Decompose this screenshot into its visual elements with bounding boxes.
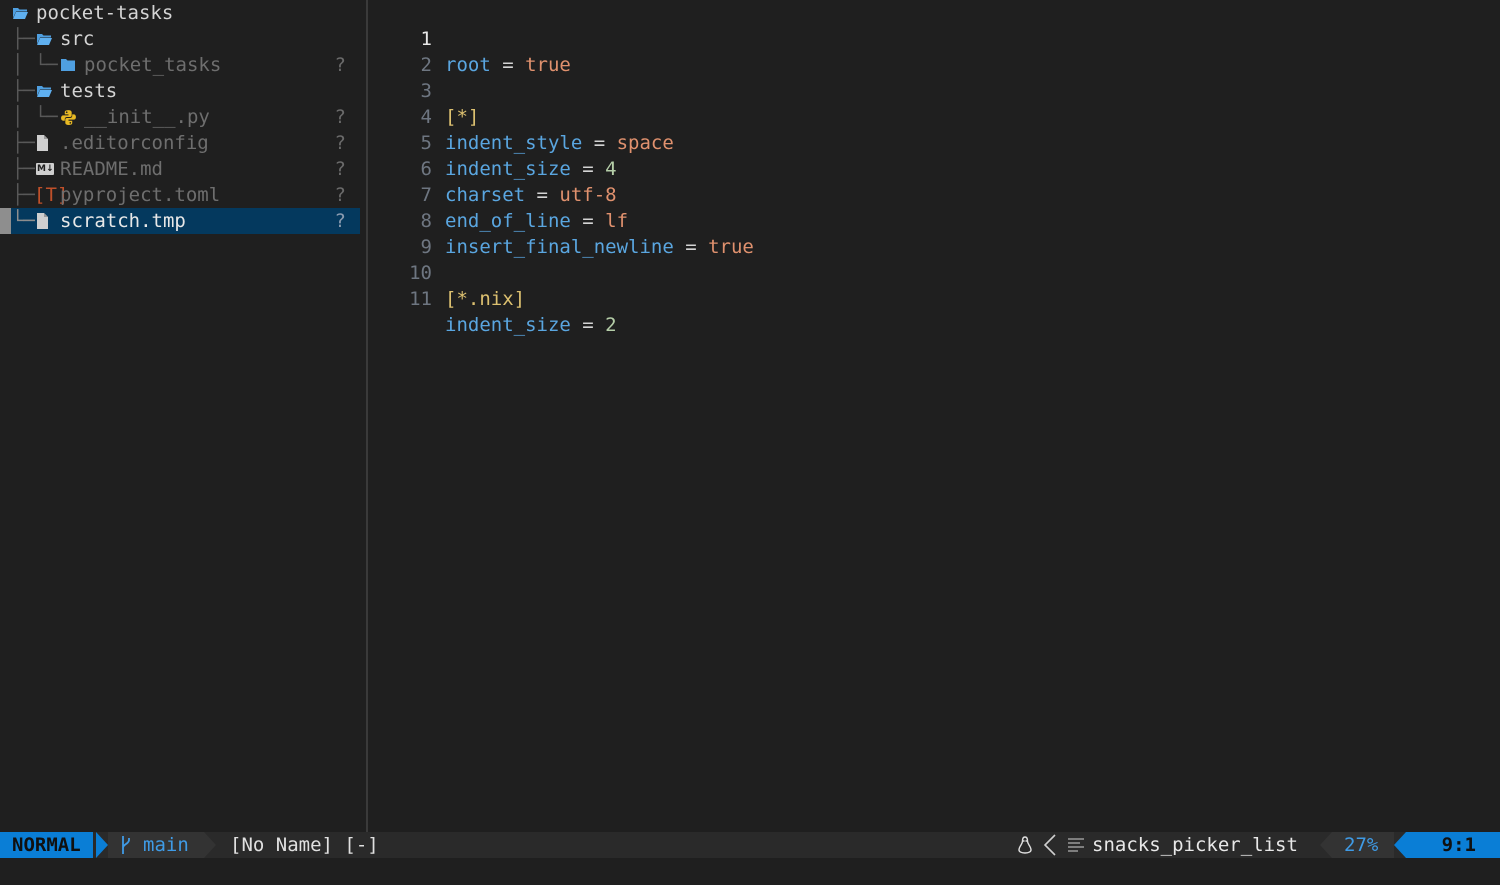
config-key: indent_style <box>445 132 583 154</box>
folder-open-icon <box>37 86 52 97</box>
tree-item-label: tests <box>60 80 118 102</box>
code-line: 7 end_of_line = lf <box>368 156 629 232</box>
config-value: 4 <box>605 158 617 180</box>
tree-guide: ├─ <box>12 28 35 50</box>
operator: = <box>673 236 709 258</box>
code-line: 9 <box>368 208 437 258</box>
operator: = <box>570 158 606 180</box>
tree-guide: └─ <box>12 210 35 232</box>
code-line: 11 indent_size = 2 <box>368 260 617 336</box>
tree-guide: ├─ <box>12 132 35 154</box>
operator: = <box>570 210 606 232</box>
command-line[interactable] <box>0 858 1500 885</box>
code-line: 2 <box>368 26 437 76</box>
tree-item-src[interactable]: ├─ src <box>0 26 360 52</box>
config-value: 2 <box>605 314 617 336</box>
file-icon <box>37 213 48 229</box>
status-line: NORMAL main [No Name] [-] snacks_picker_… <box>0 832 1500 858</box>
git-status-untracked: ? <box>334 106 346 128</box>
neovim-window: pocket-tasks ├─ src │ └─ pocket_tasks ? … <box>0 0 1500 885</box>
section-header: [*] <box>445 106 480 128</box>
git-status-untracked: ? <box>334 210 346 232</box>
mode-indicator: NORMAL <box>0 832 93 858</box>
operator: = <box>490 54 526 76</box>
code-line: 6 charset = utf-8 <box>368 130 617 206</box>
code-line: 5 indent_size = 4 <box>368 104 617 180</box>
config-key: insert_final_newline <box>445 236 674 258</box>
tree-item-init-py[interactable]: │ └─ __init__.py ? <box>0 104 360 130</box>
folder-open-icon <box>37 34 52 45</box>
markdown-icon: M↓ <box>36 163 54 175</box>
code-line: 4 indent_style = space <box>368 78 674 154</box>
tree-item-label: README.md <box>60 158 163 180</box>
tree-item-label: pocket-tasks <box>36 2 174 24</box>
config-value: lf <box>605 210 629 232</box>
file-explorer: pocket-tasks ├─ src │ └─ pocket_tasks ? … <box>0 0 366 832</box>
tree-guide: ├─ <box>12 184 35 206</box>
operator: = <box>582 132 617 154</box>
config-key: end_of_line <box>445 210 571 232</box>
tree-item-editorconfig[interactable]: ├─ .editorconfig ? <box>0 130 360 156</box>
tree-item-label: __init__.py <box>84 106 210 128</box>
config-value: utf-8 <box>559 184 617 206</box>
cursor-position: 9:1 <box>1441 834 1476 856</box>
tree-item-readme[interactable]: ├─ M↓ README.md ? <box>0 156 360 182</box>
lines-icon <box>1068 838 1084 852</box>
cursor-indicator <box>0 208 11 234</box>
tree-item-label: .editorconfig <box>60 132 209 154</box>
config-value: true <box>525 54 571 76</box>
code-line: 10 [*.nix] <box>368 234 525 310</box>
config-key: root <box>445 54 491 76</box>
tree-item-scratch-selected[interactable]: └─ scratch.tmp ? <box>0 208 360 234</box>
tree-item-label: scratch.tmp <box>60 210 186 232</box>
operator: = <box>525 184 560 206</box>
tree-guide: ├─ <box>12 80 35 102</box>
git-branch-icon <box>122 836 130 854</box>
separator-arrow <box>204 832 216 858</box>
tree-root-pocket-tasks[interactable]: pocket-tasks <box>0 0 360 26</box>
section-header: [*.nix] <box>445 288 526 310</box>
config-value: space <box>616 132 674 154</box>
scroll-percent: 27% <box>1344 834 1379 856</box>
operator: = <box>570 314 606 336</box>
git-status-untracked: ? <box>334 54 346 76</box>
tree-item-pyproject[interactable]: ├─ [T] pyproject.toml ? <box>0 182 360 208</box>
code-line: 3 [*] <box>368 52 480 128</box>
git-status-untracked: ? <box>334 184 346 206</box>
separator-arrow <box>96 832 108 858</box>
git-status-untracked: ? <box>334 158 346 180</box>
separator-arrow <box>1320 832 1332 858</box>
tree-guide: ├─ <box>12 158 35 180</box>
tree-item-label: pyproject.toml <box>60 184 221 206</box>
linux-icon <box>1018 836 1032 854</box>
code-line: 8 insert_final_newline = true <box>368 182 754 258</box>
file-icon <box>37 135 48 151</box>
filetype-label: snacks_picker_list <box>1092 834 1298 856</box>
editor-pane[interactable]: 1 root = true 2 3 [*] 4 indent_style = s… <box>368 0 1500 832</box>
git-status-untracked: ? <box>334 132 346 154</box>
location-segment: 9:1 <box>1406 832 1500 858</box>
tree-item-label: pocket_tasks <box>84 54 222 76</box>
config-value: true <box>708 236 754 258</box>
folder-icon <box>61 59 75 71</box>
buffer-name: [No Name] [-] <box>230 834 379 856</box>
tree-guide: │ └─ <box>12 106 58 128</box>
tree-item-pocket_tasks[interactable]: │ └─ pocket_tasks ? <box>0 52 360 78</box>
code-line: 1 root = true <box>368 0 571 76</box>
tree-item-label: src <box>60 28 95 50</box>
chevron-left-icon <box>1043 834 1056 856</box>
separator-arrow <box>1394 832 1406 858</box>
python-icon <box>61 110 76 125</box>
line-number: 11 <box>409 288 432 310</box>
config-key: charset <box>445 184 526 206</box>
tree-guide: │ └─ <box>12 54 58 76</box>
tree-item-tests[interactable]: ├─ tests <box>0 78 360 104</box>
folder-open-icon <box>13 8 28 19</box>
config-key: indent_size <box>445 158 571 180</box>
git-branch-name: main <box>143 834 189 856</box>
config-key: indent_size <box>445 314 571 336</box>
